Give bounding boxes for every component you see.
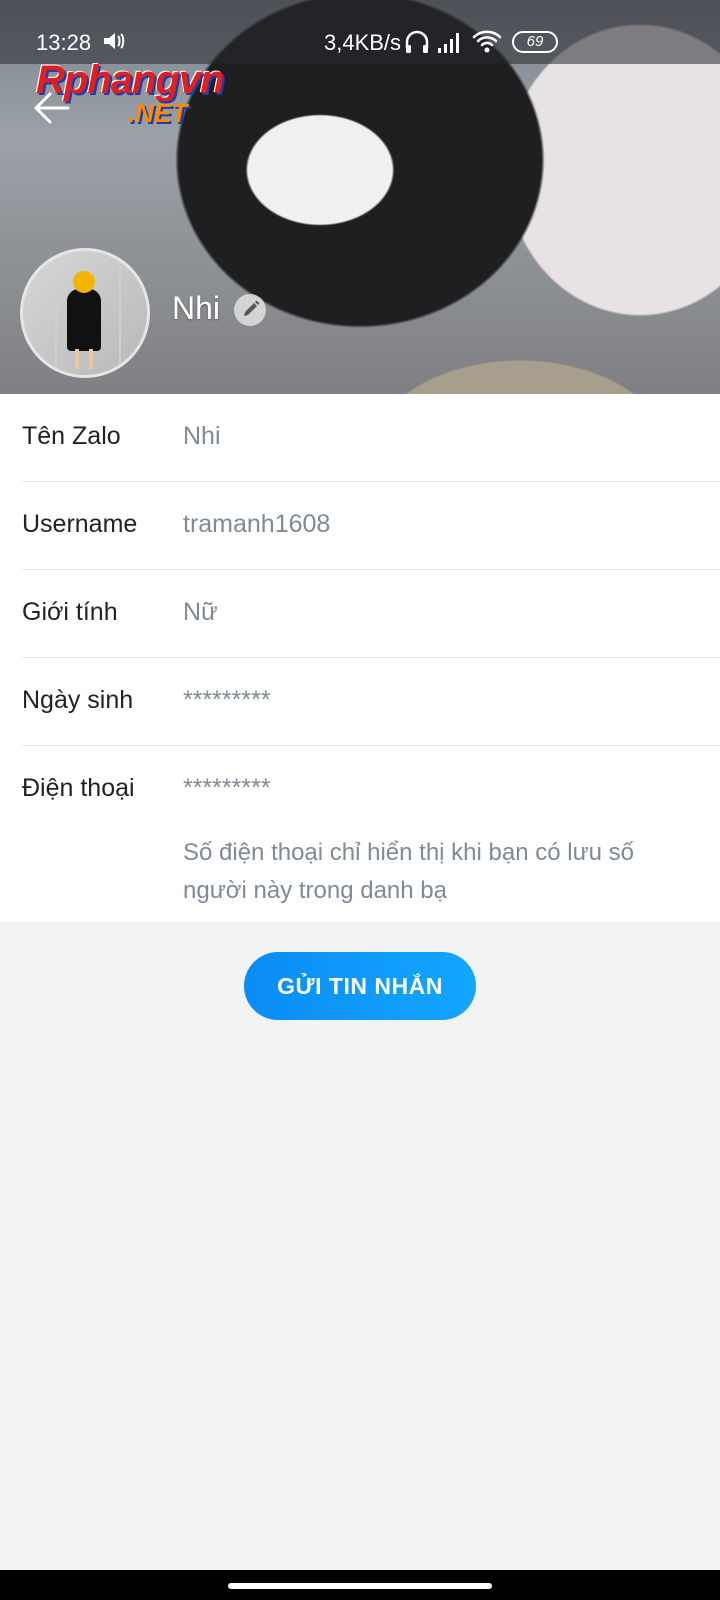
info-row-birthday: Ngày sinh *********	[0, 658, 720, 746]
arrow-left-icon	[34, 92, 70, 124]
avatar[interactable]	[20, 248, 150, 378]
back-button[interactable]	[30, 86, 74, 130]
profile-screen: 13:28 3,4KB/s 69 Rphangvn .NET Nhi Tên Z…	[0, 0, 720, 1600]
profile-name: Nhi	[172, 290, 221, 326]
pencil-icon	[244, 300, 260, 316]
status-bar: 13:28 3,4KB/s 69	[0, 0, 720, 64]
row-value: *********	[183, 686, 271, 714]
emoji-sticker-icon	[73, 271, 95, 293]
info-row-phone: Điện thoại *********	[0, 746, 720, 834]
volume-icon	[104, 33, 125, 49]
profile-info-card: Tên Zalo Nhi Username tramanh1608 Giới t…	[0, 394, 720, 922]
row-label: Username	[22, 510, 138, 538]
system-nav-bar	[0, 1570, 720, 1600]
watermark-line2: .NET	[128, 98, 188, 128]
info-row-username: Username tramanh1608	[0, 482, 720, 570]
row-value: Nhi	[183, 422, 221, 450]
avatar-bg-line	[119, 251, 121, 375]
phone-visibility-note: Số điện thoại chỉ hiển thị khi bạn có lư…	[183, 839, 635, 904]
row-label: Tên Zalo	[22, 422, 121, 450]
edit-name-button[interactable]	[234, 294, 266, 326]
row-label: Ngày sinh	[22, 686, 134, 714]
wifi-icon	[472, 30, 502, 53]
info-row-zalo-name: Tên Zalo Nhi	[0, 394, 720, 482]
cover-photo[interactable]: 13:28 3,4KB/s 69 Rphangvn .NET Nhi	[0, 0, 720, 394]
row-label: Điện thoại	[22, 774, 135, 802]
row-label: Giới tính	[22, 598, 118, 626]
row-value: Nữ	[183, 598, 218, 626]
avatar-figure	[67, 289, 101, 351]
battery-icon: 69	[512, 31, 558, 53]
home-indicator[interactable]	[228, 1583, 492, 1589]
avatar-bg-line	[55, 251, 57, 375]
network-speed: 3,4KB/s	[324, 30, 402, 55]
info-row-gender: Giới tính Nữ	[0, 570, 720, 658]
row-value: *********	[183, 774, 271, 802]
avatar-figure-legs	[75, 349, 93, 369]
status-time: 13:28	[36, 30, 92, 55]
send-message-button[interactable]: GỬI TIN NHẮN	[244, 952, 476, 1020]
row-value: tramanh1608	[183, 510, 331, 538]
signal-icon	[438, 33, 459, 53]
headphones-icon	[405, 30, 429, 53]
